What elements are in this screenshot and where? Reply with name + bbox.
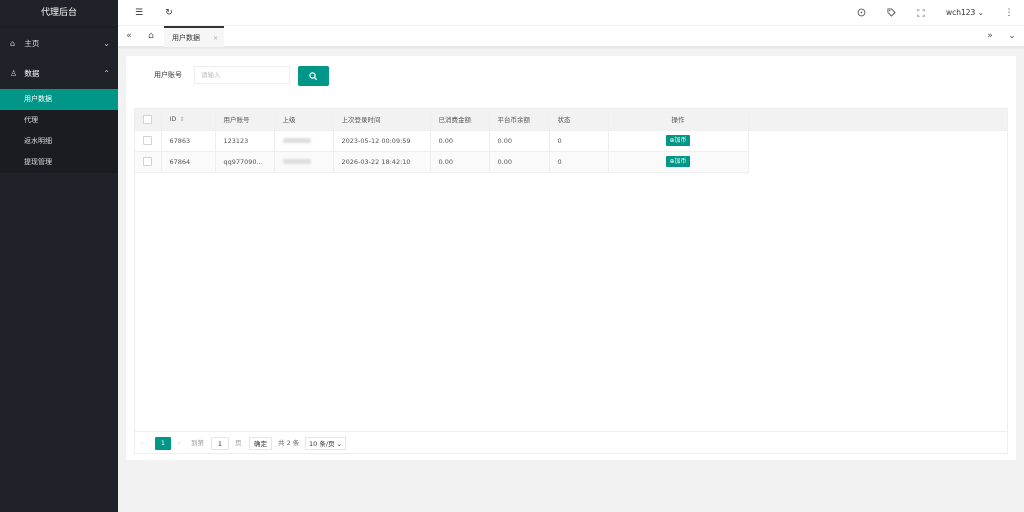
tab-label: 用户数据 — [172, 34, 200, 42]
total-count: 共 2 条 — [278, 439, 300, 447]
chevron-up-icon: ⌃ — [103, 69, 110, 78]
cell-status: 0 — [549, 130, 609, 152]
refresh-icon[interactable]: ↻ — [162, 0, 176, 26]
user-icon: ♙ — [10, 69, 18, 78]
page-input[interactable]: 1 — [211, 437, 229, 450]
tag-icon[interactable] — [884, 0, 898, 26]
cell-status: 0 — [549, 151, 609, 173]
cell-action: ⊕加币 — [608, 130, 749, 152]
column-header-action: 操作 — [608, 109, 749, 131]
sort-icon[interactable]: ⇕ — [179, 116, 184, 123]
search-icon — [309, 72, 317, 80]
sidebar: 代理后台 ⌂ 主页 ⌄ ♙ 数据 ⌃ 用户数据 代理 返水明细 提现管理 — [0, 0, 118, 512]
sidebar-item-label: 数据 — [24, 69, 40, 78]
sidebar-item-user-data[interactable]: 用户数据 — [0, 89, 118, 110]
cell-account: 123123 — [215, 130, 275, 152]
pagination: ‹ 1 › 到第 1 页 确定 共 2 条 10 条/页 ⌄ — [135, 431, 1007, 453]
cell-last-login: 2023-05-12 00:09:59 — [333, 130, 431, 152]
close-icon[interactable]: × — [213, 28, 218, 49]
sidebar-item-home[interactable]: ⌂ 主页 ⌄ — [0, 29, 118, 59]
sidebar-item-rebate[interactable]: 返水明细 — [0, 131, 118, 152]
cell-parent — [274, 130, 334, 152]
row-select-cell — [135, 151, 162, 173]
theme-icon[interactable] — [854, 0, 868, 26]
confirm-page-button[interactable]: 确定 — [249, 437, 272, 450]
tabs-bar: « ⌂ 用户数据 × » ⌄ — [118, 26, 1024, 47]
menu-toggle-icon[interactable]: ☰ — [132, 0, 146, 26]
row-checkbox[interactable] — [143, 136, 152, 145]
tab-user-data[interactable]: 用户数据 × — [164, 26, 224, 47]
cell-id: 67863 — [161, 130, 216, 152]
column-header-id[interactable]: ID ⇕ — [161, 109, 216, 131]
tabs-menu-chevron-icon[interactable]: ⌄ — [1004, 26, 1020, 47]
page-size-select[interactable]: 10 条/页 ⌄ — [305, 437, 347, 450]
column-header-account: 用户账号 — [215, 109, 275, 131]
data-table: ID ⇕ 用户账号 上级 上次登录时间 已消费金额 平台币余额 状态 操作 678… — [135, 109, 1007, 173]
column-header-balance: 平台币余额 — [489, 109, 550, 131]
data-table-container: ID ⇕ 用户账号 上级 上次登录时间 已消费金额 平台币余额 状态 操作 678… — [134, 108, 1008, 454]
row-select-cell — [135, 130, 162, 152]
home-tab-icon[interactable]: ⌂ — [143, 26, 159, 47]
table-header-row: ID ⇕ 用户账号 上级 上次登录时间 已消费金额 平台币余额 状态 操作 — [135, 109, 1007, 131]
cell-balance: 0.00 — [489, 130, 550, 152]
username: wch123 — [946, 8, 976, 17]
more-icon[interactable]: ⋮ — [1002, 0, 1016, 26]
search-label: 用户账号 — [154, 71, 182, 79]
goto-label: 到第 — [191, 439, 204, 447]
column-header-spent: 已消费金额 — [430, 109, 490, 131]
blurred-value — [282, 159, 311, 164]
column-header-parent: 上级 — [274, 109, 334, 131]
tabs-scroll-right-icon[interactable]: » — [982, 26, 998, 47]
blurred-value — [282, 138, 311, 143]
sidebar-item-data[interactable]: ♙ 数据 ⌃ — [0, 59, 118, 89]
search-button[interactable] — [298, 66, 329, 86]
column-header-last-login: 上次登录时间 — [333, 109, 431, 131]
cell-filler — [748, 130, 1007, 151]
add-coin-button[interactable]: ⊕加币 — [666, 135, 690, 146]
next-page-icon[interactable]: › — [178, 437, 181, 450]
fullscreen-icon[interactable] — [914, 0, 928, 26]
sidebar-item-agent[interactable]: 代理 — [0, 110, 118, 131]
column-header-status: 状态 — [549, 109, 609, 131]
select-all-checkbox[interactable] — [143, 114, 152, 124]
chevron-down-icon: ⌄ — [336, 440, 343, 448]
top-header: ☰ ↻ wch123 ⌄ ⋮ — [118, 0, 1024, 26]
table-row: 67863 123123 2023-05-12 00:09:59 0.00 0.… — [135, 130, 1007, 152]
content-card: 用户账号 ID⇕ 用户账号 上级 上次登录时间 已消费金额 平台币余额 状态 操… — [126, 56, 1016, 460]
chevron-down-icon: ⌄ — [977, 8, 985, 17]
cell-spent: 0.00 — [430, 151, 490, 173]
chevron-down-icon: ⌄ — [103, 39, 110, 48]
cell-action: ⊕加币 — [608, 151, 749, 173]
table-row: 67864 qq977090... 2026-03-22 18:42:10 0.… — [135, 151, 1007, 173]
prev-page-icon[interactable]: ‹ — [141, 437, 144, 450]
cell-spent: 0.00 — [430, 130, 490, 152]
current-page[interactable]: 1 — [155, 437, 171, 450]
cell-filler — [748, 151, 1007, 172]
home-icon: ⌂ — [10, 39, 16, 48]
cell-last-login: 2026-03-22 18:42:10 — [333, 151, 431, 173]
cell-parent — [274, 151, 334, 173]
column-header-filler — [748, 109, 1007, 131]
cell-account: qq977090... — [215, 151, 275, 173]
sidebar-subnav: 用户数据 代理 返水明细 提现管理 — [0, 89, 118, 173]
tabs-scroll-left-icon[interactable]: « — [121, 26, 137, 47]
page-unit-label: 页 — [235, 439, 242, 447]
search-input[interactable] — [194, 66, 290, 84]
row-checkbox[interactable] — [143, 157, 152, 166]
select-all-cell — [135, 109, 162, 131]
cell-balance: 0.00 — [489, 151, 550, 173]
add-coin-button[interactable]: ⊕加币 — [666, 156, 690, 167]
app-title: 代理后台 — [0, 0, 118, 26]
cell-id: 67864 — [161, 151, 216, 173]
sidebar-item-label: 主页 — [24, 39, 40, 48]
sidebar-item-withdraw[interactable]: 提现管理 — [0, 152, 118, 173]
user-menu[interactable]: wch123 ⌄ — [946, 0, 984, 26]
